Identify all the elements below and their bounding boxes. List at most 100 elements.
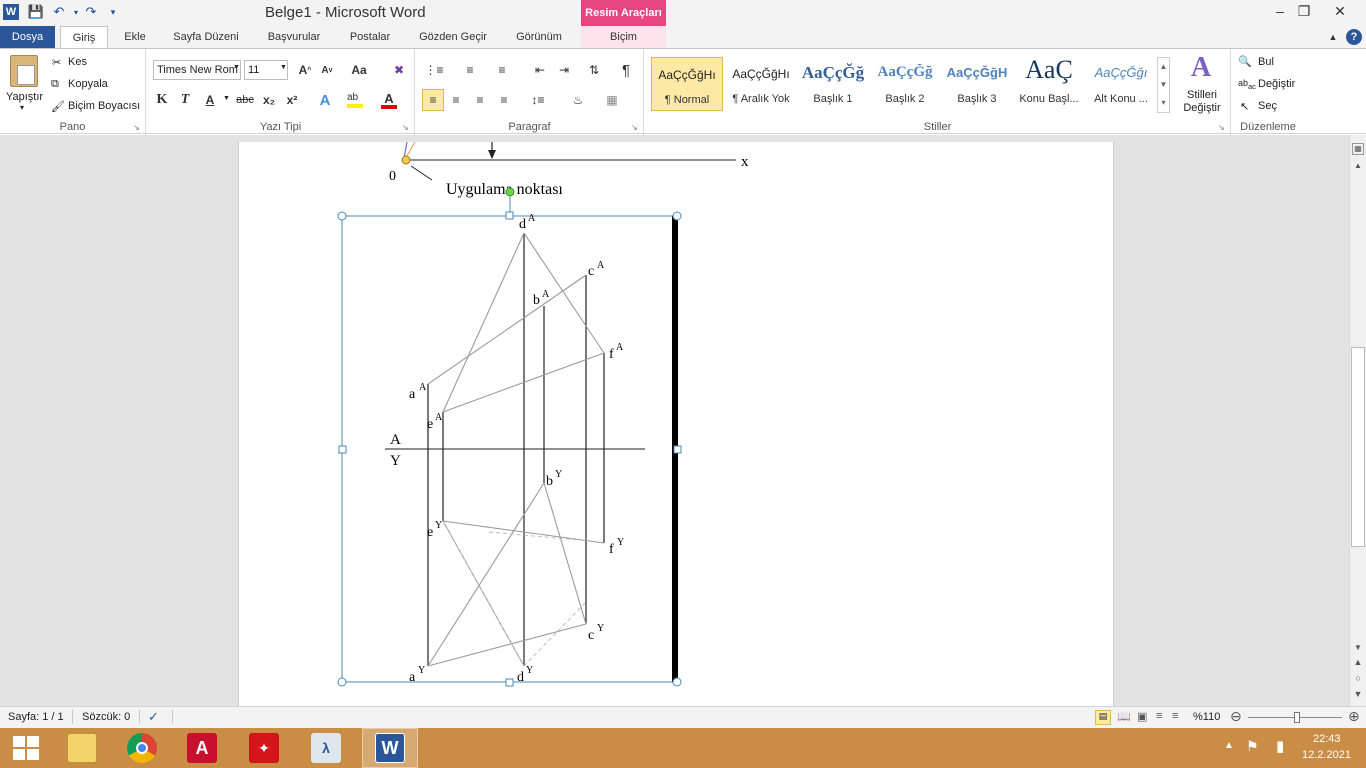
underline-button[interactable]: A [200,90,220,110]
highlight-icon[interactable]: ab [345,90,365,110]
replace-button[interactable]: Değiştir [1258,78,1295,90]
close-button[interactable]: ✕ [1326,0,1354,22]
line-spacing-icon[interactable]: ↕≡ [528,90,548,110]
style-subtitle[interactable]: AaÇçĞğı Alt Konu ... [1085,57,1157,111]
sort-icon[interactable]: ⇅ [584,60,604,80]
replace-icon[interactable]: abac [1238,78,1256,91]
style-heading-1[interactable]: AaÇçĞğ Başlık 1 [797,57,869,111]
action-center-flag-icon[interactable]: ⚑ [1246,738,1259,755]
scroll-down-icon[interactable]: ▼ [1350,643,1366,652]
copy-button[interactable]: Kopyala [68,78,108,90]
page-count[interactable]: Sayfa: 1 / 1 [8,711,64,723]
mathtype-icon[interactable]: λ [298,728,354,768]
resize-handle-top-left[interactable] [337,211,347,221]
style-normal[interactable]: AaÇçĞğHı ¶ Normal [651,57,723,111]
paste-icon[interactable] [10,55,38,87]
redo-icon[interactable]: ↷ [82,3,100,21]
tab-view[interactable]: Görünüm [508,26,570,48]
styles-gallery-scroll[interactable]: ▲ ▼ ▾ [1157,57,1170,113]
underline-dropdown-icon[interactable]: ▼ [223,95,230,102]
cut-icon[interactable]: ✂ [52,56,61,69]
word-app-icon[interactable]: W [2,3,20,21]
style-no-spacing[interactable]: AaÇçĞğHı ¶ Aralık Yok [725,57,797,111]
web-layout-view-icon[interactable]: ▣ [1137,710,1147,723]
next-page-icon[interactable]: ▼ [1350,689,1366,699]
superscript-button[interactable]: x² [282,90,302,110]
clock-time[interactable]: 22:43 [1313,733,1341,745]
full-screen-view-icon[interactable]: 📖 [1117,710,1131,723]
restore-button[interactable]: ❐ [1290,0,1318,22]
font-size-dropdown-icon[interactable]: ▼ [280,64,287,71]
justify-icon[interactable]: ≡ [494,90,514,110]
grow-font-icon[interactable]: A ^ [295,60,315,80]
shrink-font-icon[interactable]: Av [317,60,337,80]
zoom-slider-thumb[interactable] [1294,712,1300,723]
increase-indent-icon[interactable]: ⇥ [554,60,574,80]
align-center-icon[interactable]: ≡ [446,90,466,110]
autocad-icon[interactable]: A [174,728,230,768]
font-name-combo[interactable]: Times New Rom [153,60,241,80]
shading-icon[interactable]: ♨ [568,90,588,110]
change-styles-icon[interactable]: A [1181,53,1221,83]
show-hidden-icons[interactable]: ▲ [1224,740,1234,751]
rotate-handle[interactable] [505,187,515,197]
ruler-toggle-icon[interactable]: ▦ [1352,143,1364,155]
find-icon[interactable]: 🔍 [1238,55,1252,68]
scroll-up-icon[interactable]: ▲ [1350,161,1366,170]
clipboard-launcher-icon[interactable]: ↘ [133,123,140,132]
tab-page-layout[interactable]: Sayfa Düzeni [166,26,246,48]
bold-button[interactable]: K [152,90,172,110]
print-layout-view-icon[interactable]: ▤ [1095,710,1111,725]
text-effects-icon[interactable]: A [315,90,335,110]
resize-handle-bottom[interactable] [505,678,514,687]
resize-handle-bottom-left[interactable] [337,677,347,687]
tab-references[interactable]: Başvurular [258,26,330,48]
customize-qat-icon[interactable]: ▾ [104,3,122,21]
borders-icon[interactable]: ▦ [602,90,622,110]
paste-dropdown-icon[interactable]: ▾ [20,103,24,112]
outline-view-icon[interactable]: ≡ [1156,710,1162,722]
draft-view-icon[interactable]: ≡ [1172,710,1178,722]
select-icon[interactable]: ↖ [1240,100,1249,113]
copy-icon[interactable]: ⧉ [51,78,59,91]
italic-button[interactable]: T [175,90,195,110]
tab-insert[interactable]: Ekle [117,26,153,48]
resize-handle-left[interactable] [338,445,347,454]
style-heading-2[interactable]: AaÇçĞğ Başlık 2 [869,57,941,111]
bullets-icon[interactable]: ⋮≡ [424,60,444,80]
strikethrough-button[interactable]: abc [233,90,257,110]
cut-button[interactable]: Kes [68,56,87,68]
resize-handle-bottom-right[interactable] [672,677,682,687]
tab-review[interactable]: Gözden Geçir [410,26,496,48]
chrome-icon[interactable] [114,728,170,768]
tab-home[interactable]: Giriş [60,26,108,49]
style-heading-3[interactable]: AaÇçĞğH Başlık 3 [941,57,1013,111]
proofing-icon[interactable]: ✓ [148,709,159,725]
word-count[interactable]: Sözcük: 0 [82,711,130,723]
clear-formatting-icon[interactable]: ✖ [389,60,409,80]
font-name-dropdown-icon[interactable]: ▼ [233,64,240,71]
ribbon-collapse-icon[interactable]: ▲ [1326,26,1340,48]
resize-handle-top-right[interactable] [672,211,682,221]
start-button[interactable] [0,728,52,768]
paragraph-launcher-icon[interactable]: ↘ [631,123,638,132]
align-left-icon[interactable]: ≡ [422,89,444,111]
decrease-indent-icon[interactable]: ⇤ [530,60,550,80]
acrobat-icon[interactable]: ✦ [236,728,292,768]
align-right-icon[interactable]: ≡ [470,90,490,110]
zoom-out-icon[interactable]: ⊖ [1230,708,1242,725]
document-page[interactable]: x 0 Uygulama noktası A Y a A b A c A d A… [238,142,1114,706]
battery-icon[interactable]: ▮ [1276,737,1284,755]
undo-icon[interactable]: ↶ [50,3,68,21]
format-painter-button[interactable]: Biçim Boyacısı [68,100,140,112]
select-button[interactable]: Seç [1258,100,1277,112]
numbering-icon[interactable]: ≡ [460,60,480,80]
styles-launcher-icon[interactable]: ↘ [1218,123,1225,132]
clock-date[interactable]: 12.2.2021 [1302,749,1351,761]
font-color-icon[interactable]: A [379,90,399,110]
save-icon[interactable]: 💾 [27,3,45,21]
style-title[interactable]: AaÇ Konu Başl... [1013,55,1085,111]
help-icon[interactable]: ? [1346,29,1362,45]
subscript-button[interactable]: x₂ [259,90,279,110]
zoom-level[interactable]: %110 [1193,711,1220,723]
